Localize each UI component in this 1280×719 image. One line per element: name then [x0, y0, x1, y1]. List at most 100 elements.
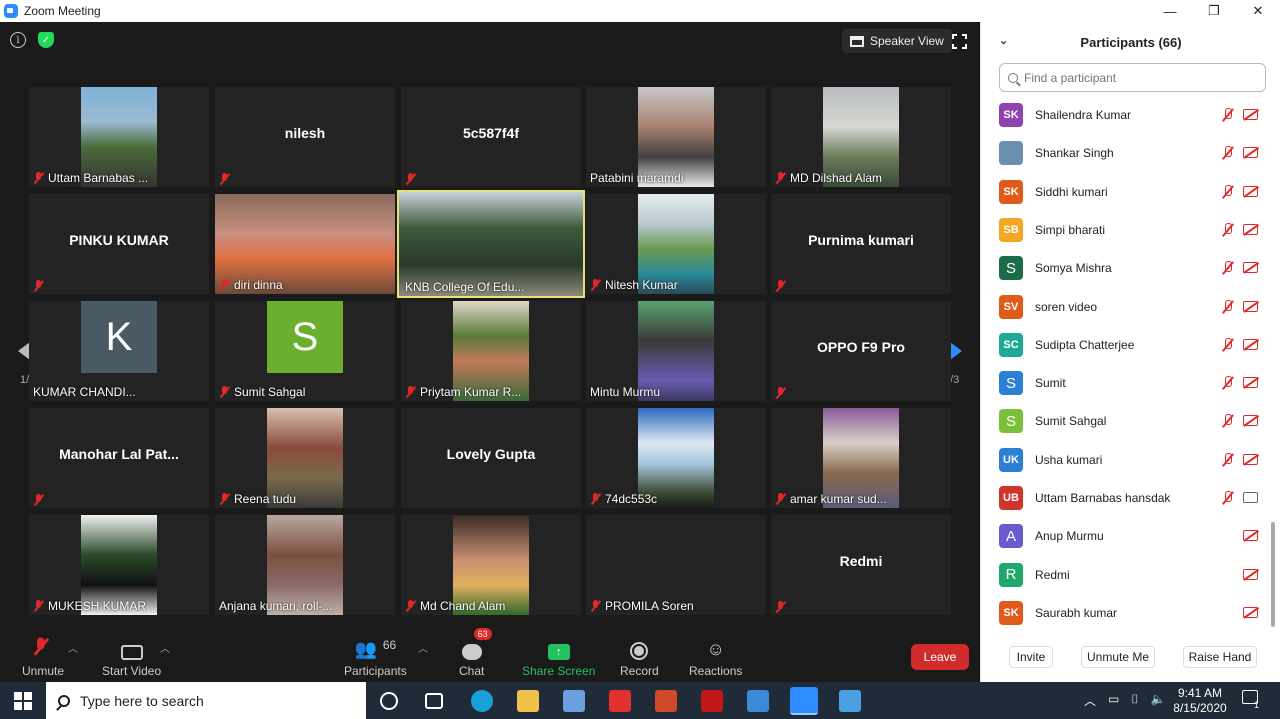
tile-name: Mintu Murmu: [590, 385, 661, 399]
participant-row[interactable]: UK Usha kumari: [981, 441, 1271, 479]
active-speaker-tile[interactable]: KNB College Of Edu...: [397, 190, 585, 298]
mic-muted-icon: [1221, 184, 1233, 199]
edge-icon[interactable]: [471, 690, 493, 712]
video-tile[interactable]: OPPO F9 Pro: [771, 301, 951, 401]
participant-name: Redmi: [1035, 567, 1070, 582]
leave-button[interactable]: Leave: [911, 644, 969, 670]
video-tile[interactable]: Reena tudu: [215, 408, 395, 508]
participant-row[interactable]: S Somya Mishra: [981, 249, 1271, 287]
scrollbar[interactable]: [1271, 522, 1275, 627]
network-icon[interactable]: ⌷: [1131, 692, 1138, 709]
participants-caret-icon[interactable]: ︿: [418, 640, 428, 655]
video-tile[interactable]: 5c587f4f: [401, 87, 581, 187]
clock[interactable]: 9:41 AM 8/15/2020: [1170, 686, 1230, 716]
video-tile[interactable]: Nitesh Kumar: [586, 194, 766, 294]
restore-button[interactable]: ❐: [1192, 0, 1236, 22]
participant-name: Usha kumari: [1035, 452, 1103, 467]
participant-row[interactable]: SB Simpi bharati: [981, 211, 1271, 249]
audio-options-caret-icon[interactable]: ︿: [68, 640, 78, 655]
fullscreen-icon[interactable]: [952, 34, 967, 49]
reader-icon[interactable]: [609, 690, 631, 712]
participant-name: Uttam Barnabas hansdak: [1035, 491, 1171, 505]
record-label: Record: [620, 664, 659, 678]
video-tile[interactable]: Purnima kumari: [771, 194, 951, 294]
volume-icon[interactable]: 🔈: [1151, 692, 1166, 709]
video-tile[interactable]: PROMILA Soren: [586, 515, 766, 615]
participant-row[interactable]: SK Siddhi kumari: [981, 173, 1271, 211]
task-view-icon[interactable]: [425, 693, 443, 709]
powerpoint-icon[interactable]: [655, 690, 677, 712]
mic-muted-icon: [1221, 146, 1233, 160]
windows-start-icon[interactable]: [14, 692, 32, 710]
battery-icon[interactable]: ▭: [1108, 692, 1119, 709]
invite-button[interactable]: Invite: [1009, 646, 1053, 668]
participant-row[interactable]: R Redmi: [981, 556, 1271, 594]
video-tile[interactable]: MD Dilshad Alam: [771, 87, 951, 187]
video-tile[interactable]: S Sumit Sahgal: [215, 301, 395, 401]
unmute-me-button[interactable]: Unmute Me: [1081, 646, 1155, 668]
video-tile[interactable]: Lovely Gupta: [401, 408, 581, 508]
minimize-button[interactable]: —: [1148, 0, 1192, 22]
mic-muted-icon: [1221, 337, 1233, 352]
mcafee-icon[interactable]: [701, 690, 723, 712]
mail-icon[interactable]: [747, 690, 769, 712]
video-tile[interactable]: Mintu Murmu: [586, 301, 766, 401]
video-tile[interactable]: PINKU KUMAR: [29, 194, 209, 294]
video-tile[interactable]: Manohar Lal Pat...: [29, 408, 209, 508]
participant-row[interactable]: S Sumit: [981, 364, 1271, 402]
participant-row[interactable]: A Anup Murmu: [981, 517, 1271, 555]
mic-muted-icon: [775, 601, 786, 613]
video-tile[interactable]: K KUMAR CHANDI...: [29, 301, 209, 401]
file-explorer-icon[interactable]: [517, 690, 539, 712]
participant-row[interactable]: SK Shailendra Kumar: [981, 96, 1271, 134]
avatar: K: [81, 301, 157, 373]
video-tile[interactable]: 74dc553c: [586, 408, 766, 508]
reactions-button[interactable]: ☺ Reactions: [689, 634, 742, 678]
tile-name: Anjana kumari, roll-...: [219, 599, 333, 613]
video-tile[interactable]: Uttam Barnabas ...: [29, 87, 209, 187]
mic-muted-icon: [775, 387, 786, 399]
chat-button[interactable]: 63 Chat: [459, 628, 492, 678]
video-tile[interactable]: amar kumar sud...: [771, 408, 951, 508]
participant-row[interactable]: S Sumit Sahgal: [981, 402, 1271, 440]
collapse-chevron-icon[interactable]: ⌄: [999, 34, 1008, 47]
record-button[interactable]: Record: [620, 634, 659, 678]
app-icon[interactable]: [839, 690, 861, 712]
video-tile[interactable]: Priytam Kumar R...: [401, 301, 581, 401]
shield-icon[interactable]: ✓: [38, 32, 54, 48]
cortana-icon[interactable]: [380, 692, 398, 710]
taskbar-search[interactable]: Type here to search: [46, 682, 366, 719]
video-off-icon: [1243, 262, 1258, 274]
zoom-taskbar-icon[interactable]: [790, 687, 818, 715]
video-tile[interactable]: Anjana kumari, roll-...: [215, 515, 395, 615]
video-tile[interactable]: nilesh: [215, 87, 395, 187]
participant-row[interactable]: UB Uttam Barnabas hansdak: [981, 479, 1271, 517]
avatar: SK: [999, 179, 1023, 204]
share-screen-button[interactable]: ↑ Share Screen: [522, 634, 595, 678]
participant-row[interactable]: Shankar Singh: [981, 134, 1271, 172]
participant-search-input[interactable]: [1024, 70, 1244, 85]
search-icon: [58, 694, 70, 707]
tray-chevron-icon[interactable]: ︿: [1084, 692, 1096, 709]
video-tile[interactable]: Redmi: [771, 515, 951, 615]
unmute-button[interactable]: Unmute: [22, 634, 64, 678]
speaker-view-button[interactable]: Speaker View: [842, 29, 952, 53]
close-button[interactable]: ✕: [1236, 0, 1280, 22]
raise-hand-button[interactable]: Raise Hand: [1183, 646, 1257, 668]
video-tile[interactable]: Patabini maramdi: [586, 87, 766, 187]
start-video-button[interactable]: Start Video: [102, 634, 161, 678]
participant-row[interactable]: SC Sudipta Chatterjee: [981, 326, 1271, 364]
participant-row[interactable]: SV soren video: [981, 288, 1271, 326]
video-tile[interactable]: diri dinna: [215, 194, 395, 294]
mic-muted-icon: [1221, 222, 1233, 237]
video-tile[interactable]: MUKESH KUMAR: [29, 515, 209, 615]
info-icon[interactable]: i: [10, 32, 26, 48]
participant-search[interactable]: [999, 63, 1266, 92]
tile-name: OPPO F9 Pro: [817, 339, 905, 355]
tile-name: Redmi: [839, 553, 883, 569]
participant-row[interactable]: SK Saurabh kumar: [981, 594, 1271, 632]
participants-button[interactable]: 👥 66 Participants: [344, 634, 407, 678]
video-options-caret-icon[interactable]: ︿: [160, 640, 170, 655]
store-icon[interactable]: [563, 690, 585, 712]
video-tile[interactable]: Md Chand Alam: [401, 515, 581, 615]
